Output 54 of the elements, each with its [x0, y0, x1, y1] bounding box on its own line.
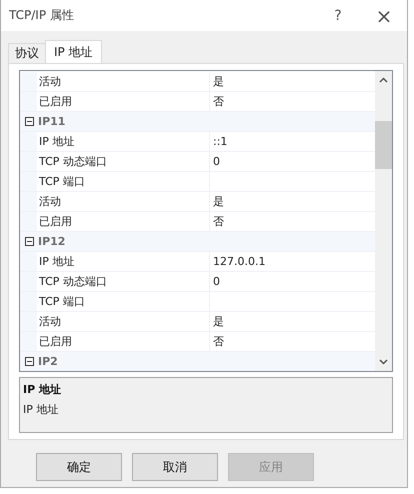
scrollbar[interactable] — [375, 71, 392, 371]
property-value[interactable]: 是 — [210, 312, 375, 331]
window-title: TCP/IP 属性 — [9, 7, 75, 24]
property-value[interactable]: ::1 — [210, 132, 375, 151]
category-row[interactable]: IP11 — [20, 112, 375, 132]
property-name[interactable]: IP 地址 — [37, 132, 210, 151]
dialog-button[interactable]: 取消 — [132, 453, 218, 481]
dialog-button[interactable]: 确定 — [36, 453, 122, 481]
property-name[interactable]: 活动 — [37, 72, 210, 91]
category-label: IP12 — [37, 235, 66, 248]
value-text: 0 — [213, 155, 220, 168]
value-text: 是 — [213, 74, 224, 89]
property-value[interactable]: 0 — [210, 272, 375, 291]
category-row[interactable]: IP12 — [20, 232, 375, 252]
property-name[interactable]: 已启用 — [37, 92, 210, 111]
collapse-icon[interactable] — [25, 117, 34, 126]
scroll-thumb[interactable] — [375, 121, 392, 169]
property-name[interactable]: 活动 — [37, 192, 210, 211]
value-text: 否 — [213, 214, 224, 229]
property-value[interactable]: 否 — [210, 332, 375, 351]
collapse-icon[interactable] — [25, 237, 34, 246]
property-value[interactable]: 0 — [210, 152, 375, 171]
property-value[interactable]: 否 — [210, 92, 375, 111]
value-text: 是 — [213, 194, 224, 209]
property-value[interactable]: 否 — [210, 212, 375, 231]
description-title: IP 地址 — [23, 382, 62, 397]
help-button[interactable]: ? — [315, 0, 361, 31]
value-text: 127.0.0.1 — [213, 255, 266, 268]
property-name[interactable]: TCP 动态端口 — [37, 152, 210, 171]
value-text: 否 — [213, 334, 224, 349]
value-text: 否 — [213, 94, 224, 109]
tab[interactable]: 协议 — [8, 43, 46, 63]
property-name[interactable]: 已启用 — [37, 212, 210, 231]
property-value[interactable]: 是 — [210, 72, 375, 91]
close-button[interactable]: × — [361, 0, 407, 31]
category-label: IP11 — [37, 115, 66, 128]
property-value[interactable]: 127.0.0.1 — [210, 252, 375, 271]
property-value[interactable]: 是 — [210, 192, 375, 211]
value-text: ::1 — [213, 135, 228, 148]
property-name[interactable]: 活动 — [37, 312, 210, 331]
scroll-up-icon[interactable] — [379, 77, 388, 83]
property-name[interactable]: IP 地址 — [37, 252, 210, 271]
collapse-icon[interactable] — [25, 357, 34, 366]
value-text: 是 — [213, 314, 224, 329]
value-text: 0 — [213, 275, 220, 288]
category-label: IP2 — [37, 355, 58, 368]
property-name[interactable]: TCP 端口 — [37, 292, 210, 311]
scroll-down-icon[interactable] — [379, 359, 388, 365]
category-row[interactable]: IP2 — [20, 352, 375, 371]
property-name[interactable]: TCP 端口 — [37, 172, 210, 191]
property-name[interactable]: 已启用 — [37, 332, 210, 351]
property-name[interactable]: TCP 动态端口 — [37, 272, 210, 291]
tab[interactable]: IP 地址 — [45, 40, 102, 63]
description-text: IP 地址 — [23, 402, 60, 417]
